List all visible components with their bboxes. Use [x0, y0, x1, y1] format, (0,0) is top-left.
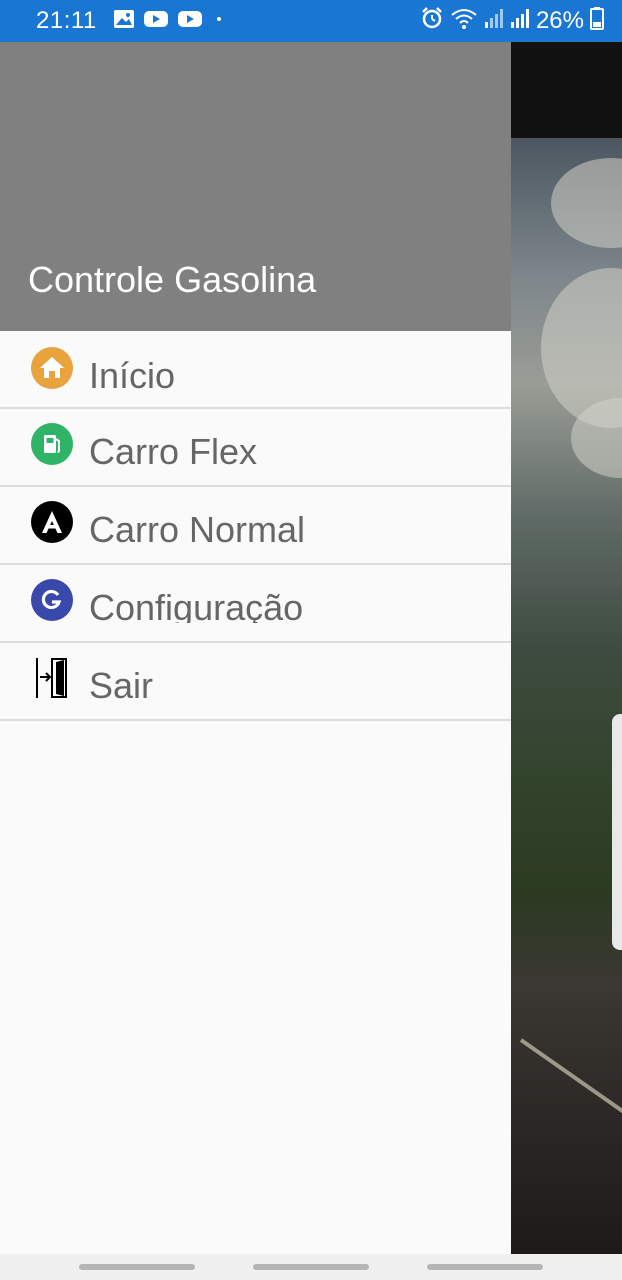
drawer-menu: Início Carro Flex Carro Normal Configura…: [0, 331, 511, 721]
youtube-icon: [177, 9, 203, 34]
navigation-drawer: Controle Gasolina Início Carro Flex Carr…: [0, 42, 511, 1254]
youtube-icon: [143, 9, 169, 34]
side-handle[interactable]: [612, 714, 622, 950]
menu-item-label: Carro Normal: [89, 509, 306, 550]
battery-percent: 26%: [535, 7, 584, 34]
menu-item-label: Configuração: [89, 587, 304, 623]
image-icon: [113, 9, 135, 34]
drawer-header: Controle Gasolina: [0, 42, 511, 331]
status-time: 21:11: [36, 7, 97, 34]
signal-icon: [484, 7, 504, 36]
menu-item-label: Carro Flex: [89, 431, 258, 472]
status-left-icons: [113, 9, 227, 34]
system-nav-bar: [0, 1254, 622, 1280]
app-toolbar: [511, 42, 622, 138]
menu-item-label: Início: [89, 355, 176, 396]
exit-door-icon: [31, 657, 73, 699]
battery-icon: [590, 6, 604, 37]
menu-item-configuracao[interactable]: Configuração: [0, 565, 511, 643]
menu-item-sair[interactable]: Sair: [0, 643, 511, 721]
letter-a-icon: [31, 501, 73, 543]
nav-recents-button[interactable]: [79, 1264, 195, 1270]
menu-item-label: Sair: [89, 665, 154, 706]
menu-item-inicio[interactable]: Início: [0, 331, 511, 409]
menu-item-carro-normal[interactable]: Carro Normal: [0, 487, 511, 565]
status-right-icons: 26%: [420, 6, 604, 37]
background-road-image: [511, 138, 622, 1254]
signal-icon: [510, 7, 530, 36]
main-content-behind-drawer[interactable]: [511, 42, 622, 1254]
menu-item-carro-flex[interactable]: Carro Flex: [0, 409, 511, 487]
nav-back-button[interactable]: [427, 1264, 543, 1270]
alarm-icon: [420, 6, 444, 37]
letter-g-icon: [31, 579, 73, 621]
home-icon: [31, 347, 73, 389]
status-bar: 21:11 26%: [0, 0, 622, 42]
wifi-icon: [450, 6, 478, 37]
fuel-pump-icon: [31, 423, 73, 465]
nav-home-button[interactable]: [253, 1264, 369, 1270]
drawer-title: Controle Gasolina: [28, 259, 317, 300]
dot-icon: [211, 9, 227, 34]
